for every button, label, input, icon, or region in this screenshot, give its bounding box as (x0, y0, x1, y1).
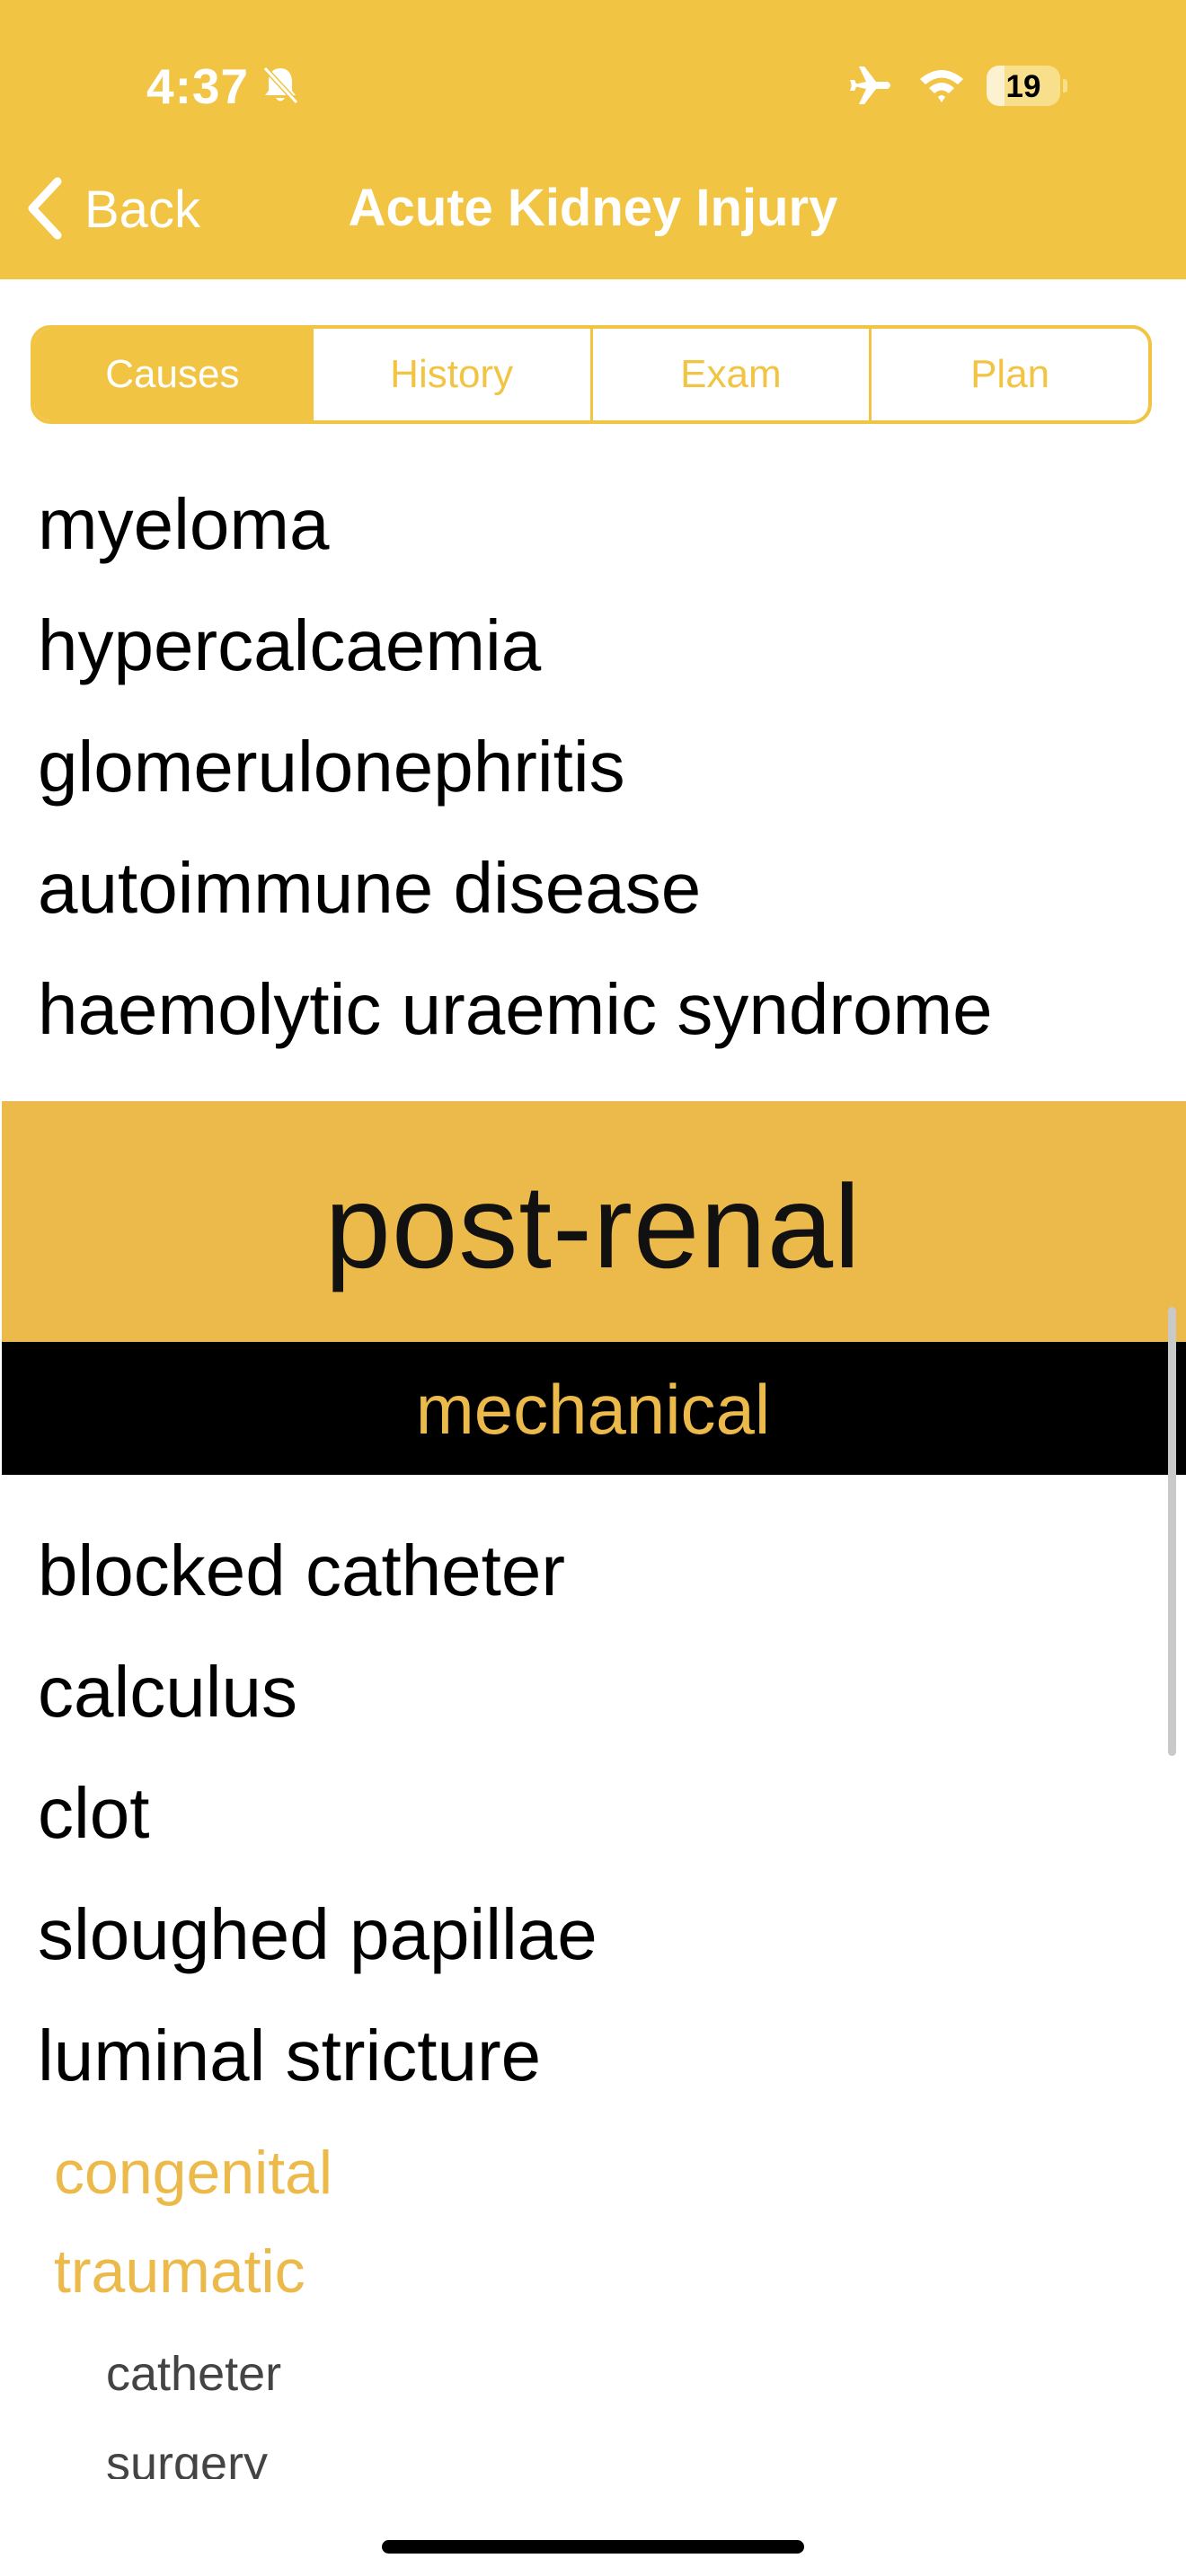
home-indicator[interactable] (382, 2540, 804, 2554)
sub-list-item: traumatic (54, 2237, 305, 2306)
list-item: clot (38, 1773, 150, 1853)
scrollbar[interactable] (1168, 1307, 1176, 1756)
tab-history[interactable]: History (310, 329, 590, 420)
list-item: glomerulonephritis (38, 727, 625, 807)
battery-icon: 19 (987, 66, 1067, 106)
wifi-icon (920, 70, 963, 102)
bell-slash-icon (262, 66, 299, 105)
airplane-icon (850, 66, 890, 104)
tab-plan[interactable]: Plan (869, 329, 1148, 420)
list-item: hypercalcaemia (38, 605, 542, 685)
list-item: blocked catheter (38, 1531, 566, 1610)
list-item: haemolytic uraemic syndrome (38, 969, 993, 1049)
list-item: myeloma (38, 484, 330, 564)
navigation-header: 4:37 19 Back Acute Kidney Injury (0, 0, 1186, 279)
section-heading: post-renal (324, 1160, 862, 1292)
segmented-control: Causes History Exam Plan (31, 325, 1152, 424)
page-title: Acute Kidney Injury (348, 179, 838, 237)
sub-list-item: congenital (54, 2139, 333, 2207)
nested-list-item: surgery (106, 2437, 269, 2479)
list-item: autoimmune disease (38, 848, 702, 928)
subsection-heading: mechanical (415, 1370, 771, 1449)
status-time: 4:37 (146, 58, 250, 114)
list-item: calculus (38, 1652, 298, 1732)
tab-exam[interactable]: Exam (589, 329, 870, 420)
nested-list-item: catheter (106, 2347, 282, 2401)
tab-causes[interactable]: Causes (34, 329, 311, 420)
list-item: sloughed papillae (38, 1894, 597, 1974)
battery-level: 19 (1005, 69, 1041, 104)
scroll-clip: surgery (0, 2425, 1186, 2479)
list-item: luminal stricture (38, 2016, 542, 2095)
